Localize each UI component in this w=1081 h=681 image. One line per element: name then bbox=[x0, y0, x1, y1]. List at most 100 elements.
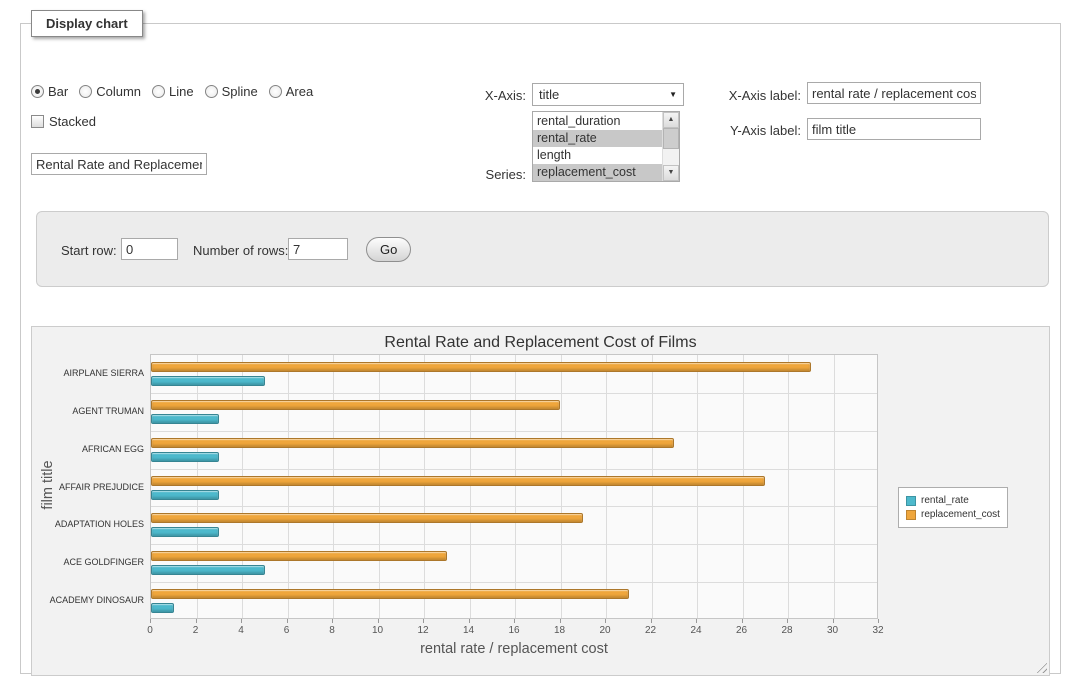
legend-label: replacement_cost bbox=[921, 509, 1000, 520]
x-tick-label: 14 bbox=[454, 625, 484, 636]
x-tick bbox=[241, 619, 242, 623]
radio-icon[interactable] bbox=[79, 85, 92, 98]
scroll-down-icon[interactable]: ▼ bbox=[663, 165, 679, 181]
start-row-input[interactable] bbox=[121, 238, 178, 260]
x-tick bbox=[514, 619, 515, 623]
x-axis-title: rental rate / replacement cost bbox=[150, 641, 878, 657]
gridline bbox=[288, 355, 289, 618]
radio-icon[interactable] bbox=[31, 85, 44, 98]
x-tick-label: 32 bbox=[863, 625, 893, 636]
series-listbox[interactable]: rental_durationrental_ratelengthreplacem… bbox=[532, 111, 680, 182]
bar-rental_rate bbox=[151, 414, 219, 424]
stacked-checkbox[interactable] bbox=[31, 115, 44, 128]
chart-type-label: Spline bbox=[222, 84, 258, 99]
legend-item-rental_rate[interactable]: rental_rate bbox=[906, 495, 1000, 506]
gridline bbox=[743, 355, 744, 618]
chart-type-option-area[interactable]: Area bbox=[269, 84, 313, 99]
number-of-rows-input[interactable] bbox=[288, 238, 348, 260]
x-axis-select-value: title bbox=[539, 87, 559, 102]
gridline bbox=[379, 355, 380, 618]
listbox-scrollbar[interactable]: ▲ ▼ bbox=[662, 112, 679, 181]
series-option-rental_rate[interactable]: rental_rate bbox=[533, 130, 662, 147]
legend-swatch bbox=[906, 510, 916, 520]
gridline bbox=[151, 544, 877, 545]
x-tick bbox=[150, 619, 151, 623]
x-axis-select[interactable]: title ▼ bbox=[532, 83, 684, 106]
resize-handle-icon[interactable] bbox=[1034, 660, 1047, 673]
gridline bbox=[197, 355, 198, 618]
x-tick-label: 30 bbox=[818, 625, 848, 636]
go-button[interactable]: Go bbox=[366, 237, 411, 262]
gridline bbox=[834, 355, 835, 618]
radio-icon[interactable] bbox=[205, 85, 218, 98]
x-tick bbox=[787, 619, 788, 623]
x-tick-label: 24 bbox=[681, 625, 711, 636]
x-tick bbox=[469, 619, 470, 623]
gridline bbox=[151, 469, 877, 470]
y-axis-label-caption: Y-Axis label: bbox=[697, 123, 801, 138]
gridline bbox=[515, 355, 516, 618]
scroll-up-icon[interactable]: ▲ bbox=[663, 112, 679, 128]
chart-type-option-line[interactable]: Line bbox=[152, 84, 194, 99]
chart-type-label: Bar bbox=[48, 84, 68, 99]
x-tick-label: 6 bbox=[272, 625, 302, 636]
gridline bbox=[333, 355, 334, 618]
x-tick bbox=[378, 619, 379, 623]
legend-label: rental_rate bbox=[921, 495, 969, 506]
gridline bbox=[151, 582, 877, 583]
bar-rental_rate bbox=[151, 452, 219, 462]
select-arrow-icon: ▼ bbox=[669, 90, 677, 99]
x-tick bbox=[605, 619, 606, 623]
x-tick-label: 16 bbox=[499, 625, 529, 636]
x-axis-label-input[interactable] bbox=[807, 82, 981, 104]
category-label: AIRPLANE SIERRA bbox=[34, 368, 144, 378]
x-tick bbox=[332, 619, 333, 623]
x-tick bbox=[742, 619, 743, 623]
category-label: AFRICAN EGG bbox=[34, 444, 144, 454]
chart-type-label: Column bbox=[96, 84, 141, 99]
x-tick-label: 22 bbox=[636, 625, 666, 636]
chart-title-input[interactable] bbox=[31, 153, 207, 175]
series-option-length[interactable]: length bbox=[533, 147, 662, 164]
chart-container: Rental Rate and Replacement Cost of Film… bbox=[31, 326, 1050, 676]
start-row-label: Start row: bbox=[61, 243, 117, 258]
series-option-replacement_cost[interactable]: replacement_cost bbox=[533, 164, 662, 181]
bar-rental_rate bbox=[151, 527, 219, 537]
series-option-rental_duration[interactable]: rental_duration bbox=[533, 113, 662, 130]
x-tick-label: 8 bbox=[317, 625, 347, 636]
bar-rental_rate bbox=[151, 565, 265, 575]
chart-type-label: Area bbox=[286, 84, 313, 99]
x-tick bbox=[560, 619, 561, 623]
series-caption: Series: bbox=[421, 167, 526, 182]
bar-replacement_cost bbox=[151, 400, 560, 410]
category-label: AGENT TRUMAN bbox=[34, 406, 144, 416]
scroll-thumb[interactable] bbox=[663, 128, 679, 149]
chart-type-label: Line bbox=[169, 84, 194, 99]
radio-icon[interactable] bbox=[152, 85, 165, 98]
x-tick bbox=[423, 619, 424, 623]
y-axis-label-input[interactable] bbox=[807, 118, 981, 140]
legend-swatch bbox=[906, 496, 916, 506]
x-tick bbox=[696, 619, 697, 623]
stacked-checkbox-row[interactable]: Stacked bbox=[31, 114, 96, 129]
bar-rental_rate bbox=[151, 376, 265, 386]
chart-type-option-column[interactable]: Column bbox=[79, 84, 141, 99]
chart-type-option-spline[interactable]: Spline bbox=[205, 84, 258, 99]
category-label: AFFAIR PREJUDICE bbox=[34, 482, 144, 492]
bar-replacement_cost bbox=[151, 513, 583, 523]
series-options: rental_durationrental_ratelengthreplacem… bbox=[533, 113, 662, 181]
x-tick bbox=[878, 619, 879, 623]
x-tick bbox=[651, 619, 652, 623]
bar-replacement_cost bbox=[151, 438, 674, 448]
legend-item-replacement_cost[interactable]: replacement_cost bbox=[906, 509, 1000, 520]
rows-panel: Start row: Number of rows: Go bbox=[36, 211, 1049, 287]
gridline bbox=[151, 431, 877, 432]
x-tick bbox=[287, 619, 288, 623]
bar-replacement_cost bbox=[151, 362, 811, 372]
x-tick-label: 26 bbox=[727, 625, 757, 636]
bar-replacement_cost bbox=[151, 589, 629, 599]
gridline bbox=[788, 355, 789, 618]
number-of-rows-label: Number of rows: bbox=[193, 243, 288, 258]
chart-type-option-bar[interactable]: Bar bbox=[31, 84, 68, 99]
radio-icon[interactable] bbox=[269, 85, 282, 98]
